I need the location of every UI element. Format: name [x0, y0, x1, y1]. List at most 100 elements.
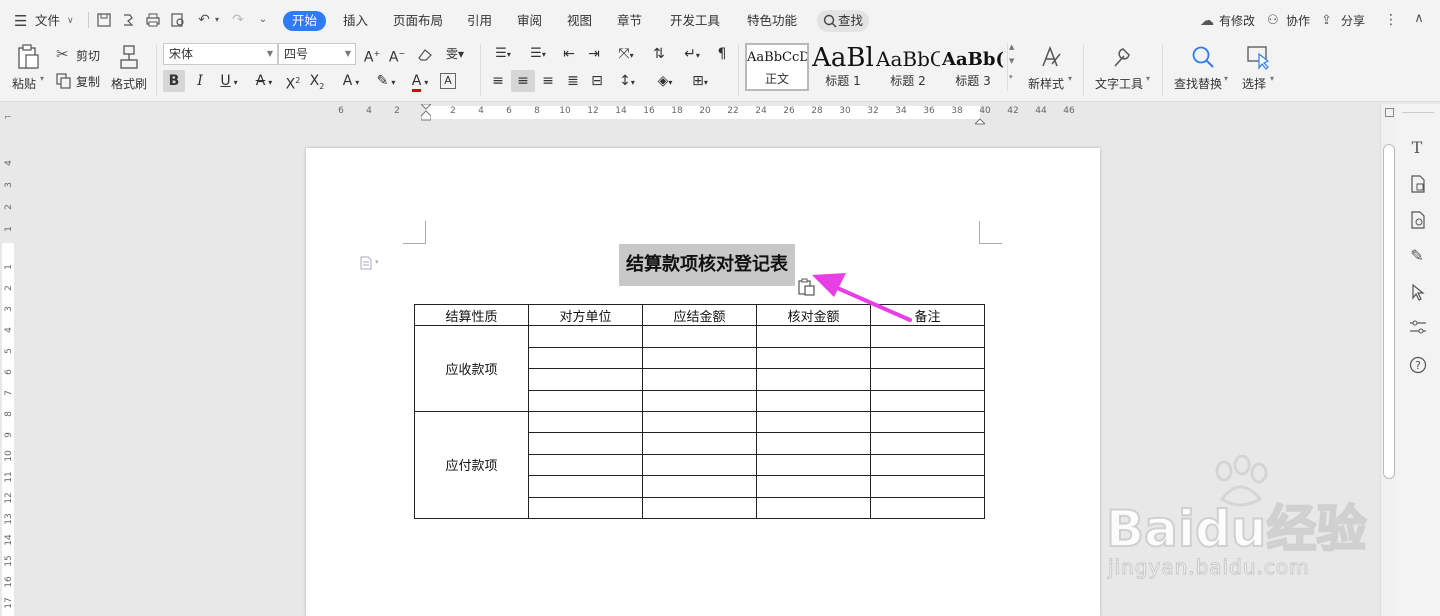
align-center-icon[interactable]: ≡	[511, 70, 535, 92]
char-border-icon[interactable]: A	[440, 73, 456, 89]
subscript-button[interactable]: X2	[307, 70, 327, 92]
undo-icon[interactable]: ↶	[196, 11, 212, 29]
table-cell[interactable]	[528, 410, 643, 434]
justify-icon[interactable]: ≣	[563, 70, 583, 92]
header-cell[interactable]: 应结金额	[642, 303, 757, 327]
document-settings-icon[interactable]	[1409, 175, 1427, 193]
more-options-icon[interactable]: ⋮	[1383, 11, 1399, 29]
customize-toolbar-icon[interactable]: ⌄	[256, 11, 270, 29]
decrease-indent-icon[interactable]: ⇤	[560, 43, 578, 65]
table-cell[interactable]	[870, 389, 985, 412]
table-cell[interactable]	[642, 346, 757, 370]
payables-cell[interactable]: 应付款项	[414, 410, 529, 519]
print-icon[interactable]	[145, 12, 161, 28]
vertical-ruler[interactable]: 4 3 2 1 1 2 3 4 5 6 7 8 9 10 11 12 13 14 15 16 17	[0, 121, 16, 616]
document-page[interactable]: ▾ 结算款项核对登记表 结算性质 对方单位 应结金额 核对金额 备注 应收款项 …	[306, 148, 1100, 616]
style-normal[interactable]: AaBbCcDc 正文	[745, 43, 809, 91]
increase-indent-icon[interactable]: ⇥	[585, 43, 603, 65]
split-view-icon[interactable]	[1385, 108, 1394, 117]
table-cell[interactable]	[756, 475, 871, 498]
style-heading-2[interactable]: AaBbC 标题 2	[876, 43, 940, 91]
tab-review[interactable]: 审阅	[517, 11, 542, 31]
header-cell[interactable]: 结算性质	[414, 303, 529, 327]
table-cell[interactable]	[756, 432, 871, 455]
table-cell[interactable]	[756, 325, 871, 348]
format-painter-button[interactable]: 格式刷	[110, 42, 150, 98]
borders-icon[interactable]: ⊞▾	[685, 70, 715, 92]
font-color-button[interactable]: A ▾	[406, 70, 434, 92]
paragraph-handle[interactable]: ▾	[359, 255, 389, 271]
table-cell[interactable]	[528, 496, 643, 519]
table-cell[interactable]	[642, 432, 757, 455]
font-size-select[interactable]: 四号 ▼	[278, 43, 356, 65]
style-heading-3[interactable]: AaBb( 标题 3	[941, 43, 1005, 91]
tab-page-layout[interactable]: 页面布局	[393, 11, 443, 31]
tab-view[interactable]: 视图	[567, 11, 592, 31]
table-cell[interactable]	[870, 496, 985, 519]
document-title[interactable]: 结算款项核对登记表	[619, 244, 795, 286]
table-cell[interactable]	[642, 410, 757, 434]
table-cell[interactable]	[528, 346, 643, 370]
shrink-font-icon[interactable]: A−	[387, 43, 407, 66]
table-cell[interactable]	[642, 453, 757, 477]
align-right-icon[interactable]: ≡	[538, 70, 558, 92]
file-menu[interactable]: ☰ 文件 ∨	[14, 11, 84, 31]
distribute-icon[interactable]: ⊟	[587, 70, 607, 92]
tab-developer[interactable]: 开发工具	[670, 11, 720, 31]
print-preview-icon[interactable]	[170, 12, 186, 28]
pen-icon[interactable]: ✎	[1405, 244, 1429, 268]
undo-history-icon[interactable]	[120, 12, 136, 28]
highlight-icon[interactable]: ✎ ▾	[371, 70, 401, 92]
superscript-button[interactable]: X2	[283, 70, 303, 93]
italic-button[interactable]: I	[190, 70, 210, 92]
text-tools-button[interactable]: 文字工具 ▾	[1093, 42, 1153, 98]
table-cell[interactable]	[756, 346, 871, 370]
table-cell[interactable]	[642, 389, 757, 412]
text-effect-button[interactable]: A ▾	[337, 70, 365, 92]
table-cell[interactable]	[870, 368, 985, 391]
save-icon[interactable]	[96, 12, 112, 28]
table-cell[interactable]	[642, 325, 757, 348]
table-cell[interactable]	[870, 475, 985, 498]
table-cell[interactable]	[528, 389, 643, 412]
table-cell[interactable]	[870, 410, 985, 434]
numbered-list-icon[interactable]: ☰▾	[523, 43, 553, 65]
bold-button[interactable]: B	[163, 70, 185, 92]
styles-scroll[interactable]: ▲ ▼ ▾	[1007, 43, 1017, 91]
scrollbar-thumb[interactable]	[1383, 144, 1395, 479]
phonetic-guide-icon[interactable]: 雯▾	[441, 43, 469, 65]
copy-button[interactable]: 复制	[56, 70, 106, 90]
tab-insert[interactable]: 插入	[343, 11, 368, 31]
redo-icon[interactable]: ↷	[230, 11, 246, 29]
horizontal-ruler[interactable]: 6 4 2 2 4 6 8 10 12 14 16 18 20 22 24 26 28 30 32 34 36 38 40 4…	[0, 103, 1380, 125]
table-cell[interactable]	[870, 432, 985, 455]
tab-section[interactable]: 章节	[617, 11, 642, 31]
grow-font-icon[interactable]: A+	[362, 43, 382, 66]
table-cell[interactable]	[756, 389, 871, 412]
shading-icon[interactable]: ◈▾	[650, 70, 680, 92]
table-cell[interactable]	[528, 325, 643, 348]
tab-home[interactable]: 开始	[283, 11, 327, 31]
indent-marker[interactable]	[419, 103, 433, 121]
search-button[interactable]: 查找	[817, 10, 869, 32]
table-cell[interactable]	[756, 496, 871, 519]
table-cell[interactable]	[642, 368, 757, 391]
table-cell[interactable]	[870, 453, 985, 477]
select-cursor-icon[interactable]	[1410, 283, 1426, 301]
table-cell[interactable]	[642, 496, 757, 519]
header-cell[interactable]: 对方单位	[528, 303, 643, 327]
table-cell[interactable]	[528, 432, 643, 455]
line-spacing-icon[interactable]: ↕▾	[612, 70, 642, 92]
underline-button[interactable]: U ▾	[214, 70, 244, 92]
collapse-ribbon-icon[interactable]: ∧	[1409, 10, 1429, 28]
chinese-layout-icon[interactable]: ⤧▾	[611, 43, 641, 65]
find-replace-button[interactable]: 查找替换 ▾	[1172, 42, 1232, 98]
align-left-icon[interactable]: ≡	[488, 70, 508, 92]
select-button[interactable]: 选择 ▾	[1240, 42, 1280, 98]
tab-references[interactable]: 引用	[467, 11, 492, 31]
tab-special-features[interactable]: 特色功能	[747, 11, 797, 31]
table-cell[interactable]	[528, 368, 643, 391]
show-marks-icon[interactable]: ↵▾	[677, 43, 707, 65]
text-style-icon[interactable]: T	[1405, 136, 1429, 160]
paragraph-mark-icon[interactable]: ¶	[713, 43, 731, 65]
